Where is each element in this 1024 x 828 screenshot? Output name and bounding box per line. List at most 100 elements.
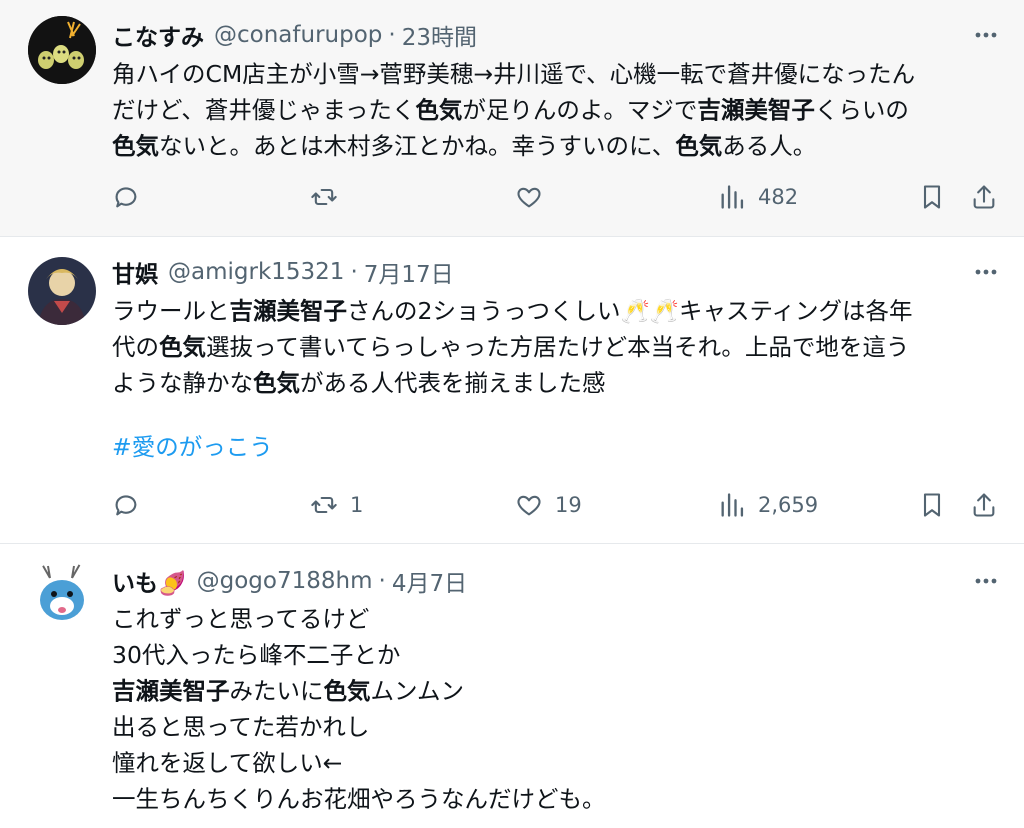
display-name[interactable]: 甘娯 — [112, 255, 158, 289]
retweet-icon — [311, 496, 337, 514]
tweet-text: これずっと思ってるけど 30代入ったら峰不二子とか 吉瀬美智子みたいに色気ムンムン出… — [112, 601, 994, 817]
reply-button[interactable] — [112, 487, 140, 523]
text-segment: 角ハイのCM店主が小雪→菅野美穂→井川遥で、心機一転で蒼井優になったん — [112, 60, 916, 88]
like-button[interactable]: 19 — [515, 487, 582, 523]
highlighted-keyword: 色気 — [112, 132, 159, 160]
avatar[interactable] — [28, 560, 96, 628]
text-segment: 一生ちんちくりんお花畑やろうなんだけども。 — [112, 785, 606, 813]
text-segment: ないと。あとは木村多江とかね。幸うすいのに、 — [159, 132, 676, 160]
text-segment: 憧れを返して欲しい← — [112, 749, 343, 777]
bookmark-icon — [923, 493, 941, 517]
tweet-text: ラウールと吉瀬美智子さんの2ショうっつくしい🥂🥂キャスティングは各年 代の色気選抜… — [112, 293, 994, 401]
highlighted-keyword: 吉瀬美智子 — [697, 96, 815, 124]
bookmark-button[interactable] — [918, 179, 946, 215]
hashtag-line: #愛のがっこう — [112, 429, 994, 465]
timestamp[interactable]: 4月7日 — [392, 564, 467, 598]
tweet-text-line: これずっと思ってるけど — [112, 601, 994, 637]
tweet-header: 甘娯 @amigrk15321 · 7月17日 — [112, 254, 454, 290]
text-segment: 選抜って書いてらっしゃった方居たけど本当それ。上品で地を這う — [206, 333, 910, 361]
text-segment: ラウールと — [112, 297, 230, 325]
text-segment: だけど、蒼井優じゃまったく — [112, 96, 416, 124]
tweet-text-line: 一生ちんちくりんお花畑やろうなんだけども。 — [112, 781, 994, 817]
highlighted-keyword: 色気 — [159, 333, 206, 361]
text-segment: 代の — [112, 333, 159, 361]
timestamp[interactable]: 7月17日 — [364, 255, 454, 289]
views-icon — [721, 493, 744, 517]
avatar[interactable] — [28, 257, 96, 325]
tweet-1[interactable]: こなすみ @conafurupop · 23時間 角ハイのCM店主が小雪→菅野美… — [0, 0, 1024, 236]
tweet-text-line: 角ハイのCM店主が小雪→菅野美穂→井川遥で、心機一転で蒼井優になったん — [112, 56, 994, 92]
bookmark-icon — [923, 185, 941, 209]
views-count: 482 — [758, 185, 799, 209]
views-count: 2,659 — [758, 493, 819, 517]
tweet-text-line: 憧れを返して欲しい← — [112, 745, 994, 781]
share-button[interactable] — [970, 179, 998, 215]
more-options-button[interactable] — [970, 256, 1002, 288]
retweet-count: 1 — [350, 493, 364, 517]
text-segment: が足りんのよ。マジで — [462, 96, 698, 124]
tweet-text-line: ラウールと吉瀬美智子さんの2ショうっつくしい🥂🥂キャスティングは各年 — [112, 293, 994, 329]
tweet-2[interactable]: 甘娯 @amigrk15321 · 7月17日 ラウールと吉瀬美智子さんの2ショ… — [0, 237, 1024, 543]
user-handle[interactable]: @conafurupop — [214, 22, 382, 48]
highlighted-keyword: 色気 — [415, 96, 463, 124]
share-button[interactable] — [970, 487, 998, 523]
display-name[interactable]: こなすみ — [112, 18, 204, 52]
tweet-text-line: 出ると思ってた若かれし — [112, 709, 994, 745]
user-handle[interactable]: @amigrk15321 — [168, 259, 344, 285]
retweet-button[interactable] — [310, 179, 338, 215]
text-segment: ような静かな — [112, 369, 253, 397]
like-button[interactable] — [515, 179, 543, 215]
bookmark-button[interactable] — [918, 487, 946, 523]
avatar[interactable] — [28, 16, 96, 84]
text-segment: くらいの — [814, 96, 909, 124]
text-segment: みたいに — [229, 677, 324, 705]
views-button[interactable]: 2,659 — [718, 487, 818, 523]
text-segment: これずっと思ってるけど — [112, 605, 370, 633]
views-button[interactable]: 482 — [718, 179, 798, 215]
display-name[interactable]: いも🍠 — [112, 564, 187, 598]
separator-dot: · — [388, 22, 396, 48]
tweet-text-line: 代の色気選抜って書いてらっしゃった方居たけど本当それ。上品で地を這う — [112, 329, 994, 365]
highlighted-keyword: 色気 — [323, 677, 371, 705]
separator-dot: · — [378, 568, 386, 594]
heart-icon — [517, 187, 541, 208]
text-segment: 出ると思ってた若かれし — [112, 713, 370, 741]
tweet-text: 角ハイのCM店主が小雪→菅野美穂→井川遥で、心機一転で蒼井優になったん だけど、蒼… — [112, 56, 994, 164]
text-segment: ある人。 — [722, 132, 817, 160]
reply-icon — [115, 495, 137, 516]
tweet-text-line: 色気ないと。あとは木村多江とかね。幸うすいのに、色気ある人。 — [112, 128, 994, 164]
heart-icon — [517, 495, 541, 516]
highlighted-keyword: 吉瀬美智子 — [112, 677, 230, 705]
highlighted-keyword: 色気 — [675, 132, 723, 160]
tweet-text-line: だけど、蒼井優じゃまったく色気が足りんのよ。マジで吉瀬美智子くらいの — [112, 92, 994, 128]
retweet-button[interactable]: 1 — [310, 487, 363, 523]
share-icon — [973, 185, 995, 209]
tweet-header: いも🍠 @gogo7188hm · 4月7日 — [112, 563, 467, 599]
tweet-text-line: 吉瀬美智子みたいに色気ムンムン — [112, 673, 994, 709]
highlighted-keyword: 色気 — [253, 369, 300, 397]
hashtag-link[interactable]: #愛のがっこう — [112, 433, 273, 461]
highlighted-keyword: 吉瀬美智子 — [229, 297, 348, 325]
more-icon — [975, 269, 997, 275]
user-handle[interactable]: @gogo7188hm — [197, 568, 373, 594]
tweet-header: こなすみ @conafurupop · 23時間 — [112, 17, 477, 53]
text-segment: ムンムン — [370, 677, 465, 705]
more-options-button[interactable] — [970, 19, 1002, 51]
tweet-text-line: ような静かな色気がある人代表を揃えました感 — [112, 365, 994, 401]
tweet-text-line: 30代入ったら峰不二子とか — [112, 637, 994, 673]
timestamp[interactable]: 23時間 — [402, 18, 477, 52]
more-icon — [975, 578, 997, 584]
views-icon — [721, 185, 744, 209]
like-count: 19 — [555, 493, 582, 517]
text-segment: 30代入ったら峰不二子とか — [112, 641, 401, 669]
share-icon — [973, 493, 995, 517]
retweet-icon — [311, 188, 337, 206]
reply-button[interactable] — [112, 179, 140, 215]
text-segment: がある人代表を揃えました感 — [300, 369, 606, 397]
text-segment: さんの2ショうっつくしい🥂🥂キャスティングは各年 — [347, 297, 913, 325]
tweet-3[interactable]: いも🍠 @gogo7188hm · 4月7日 これずっと思ってるけど 30代入った… — [0, 544, 1024, 828]
separator-dot: · — [350, 259, 358, 285]
reply-icon — [115, 187, 137, 208]
more-options-button[interactable] — [970, 565, 1002, 597]
more-icon — [975, 32, 997, 38]
